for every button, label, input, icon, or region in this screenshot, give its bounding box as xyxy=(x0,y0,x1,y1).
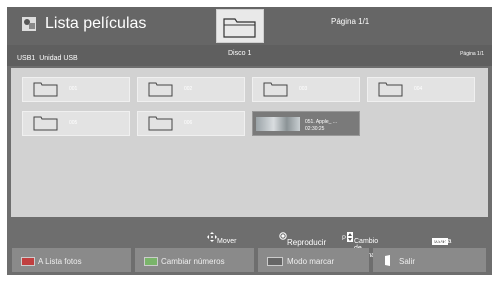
folder-tile[interactable]: 002 xyxy=(137,77,245,102)
mark-mode-button[interactable]: Modo marcar xyxy=(258,248,369,272)
mark-label: Marca xyxy=(432,238,452,245)
header-bar: Lista películas Página 1/1 xyxy=(7,7,492,45)
play-label: Reproducir xyxy=(287,238,327,247)
device-label: Unidad USB xyxy=(39,55,78,62)
folder-tile[interactable]: 004 xyxy=(367,77,475,102)
page-title: Lista películas xyxy=(45,15,147,32)
sub-page-indicator: Página 1/1 xyxy=(460,51,484,57)
source-path: USB1 Unidad USB xyxy=(17,55,78,62)
file-grid: 001 002 003 004 005 006 051. Apple_ ... … xyxy=(11,68,488,217)
video-title: 051. Apple_ ... xyxy=(305,119,337,125)
play-hint: Reproducir xyxy=(279,232,326,247)
film-list-icon xyxy=(22,17,36,31)
folder-icon xyxy=(263,82,288,97)
current-folder-icon xyxy=(216,9,264,43)
yellow-key-icon xyxy=(267,257,283,266)
photo-list-button[interactable]: A Lista fotos xyxy=(12,248,131,272)
folder-tile[interactable]: 005 xyxy=(22,111,130,136)
page-change-hint: P Cambio de página xyxy=(342,232,378,259)
dpad-icon xyxy=(207,232,217,242)
location-bar: USB1 Unidad USB Disco 1 Página 1/1 xyxy=(7,45,492,66)
folder-icon xyxy=(33,116,58,131)
folder-label: 001 xyxy=(69,86,78,92)
folder-tile[interactable]: 006 xyxy=(137,111,245,136)
folder-label: 002 xyxy=(184,86,193,92)
move-label: Mover xyxy=(217,238,237,245)
video-duration: 02:30:25 xyxy=(305,126,325,132)
page-indicator: Página 1/1 xyxy=(331,17,370,26)
key-help-bar: Mover Reproducir P Cambio de página MARK… xyxy=(7,226,492,259)
folder-label: 004 xyxy=(414,86,423,92)
svg-text:P: P xyxy=(342,236,346,242)
change-numbers-label: Cambiar números xyxy=(161,257,225,266)
folder-tile[interactable]: 001 xyxy=(22,77,130,102)
exit-button[interactable]: Salir xyxy=(373,248,486,272)
folder-icon xyxy=(148,116,173,131)
folder-label: 005 xyxy=(69,120,78,126)
color-button-row: A Lista fotos Cambiar números Modo marca… xyxy=(7,248,492,275)
move-hint: Mover xyxy=(207,232,236,245)
disk-label: Disco 1 xyxy=(228,50,252,57)
exit-label: Salir xyxy=(399,257,416,266)
change-numbers-button[interactable]: Cambiar números xyxy=(135,248,254,272)
movie-list-window: Lista películas Página 1/1 USB1 Unidad U… xyxy=(7,7,492,275)
video-thumbnail xyxy=(256,117,300,131)
exit-door-icon xyxy=(385,255,390,266)
red-key-icon xyxy=(21,257,35,266)
folder-icon xyxy=(378,82,403,97)
folder-label: 003 xyxy=(299,86,308,92)
folder-icon xyxy=(33,82,58,97)
video-tile[interactable]: 051. Apple_ ... 02:30:25 xyxy=(252,111,360,136)
mark-mode-label: Modo marcar xyxy=(287,257,335,266)
photo-list-label: A Lista fotos xyxy=(38,257,82,266)
source-label: USB1 xyxy=(17,55,36,62)
folder-label: 006 xyxy=(184,120,193,126)
folder-icon xyxy=(148,82,173,97)
green-key-icon xyxy=(144,257,158,266)
page-updown-icon: P xyxy=(342,232,353,242)
folder-tile[interactable]: 003 xyxy=(252,77,360,102)
ok-button-icon xyxy=(279,232,287,240)
